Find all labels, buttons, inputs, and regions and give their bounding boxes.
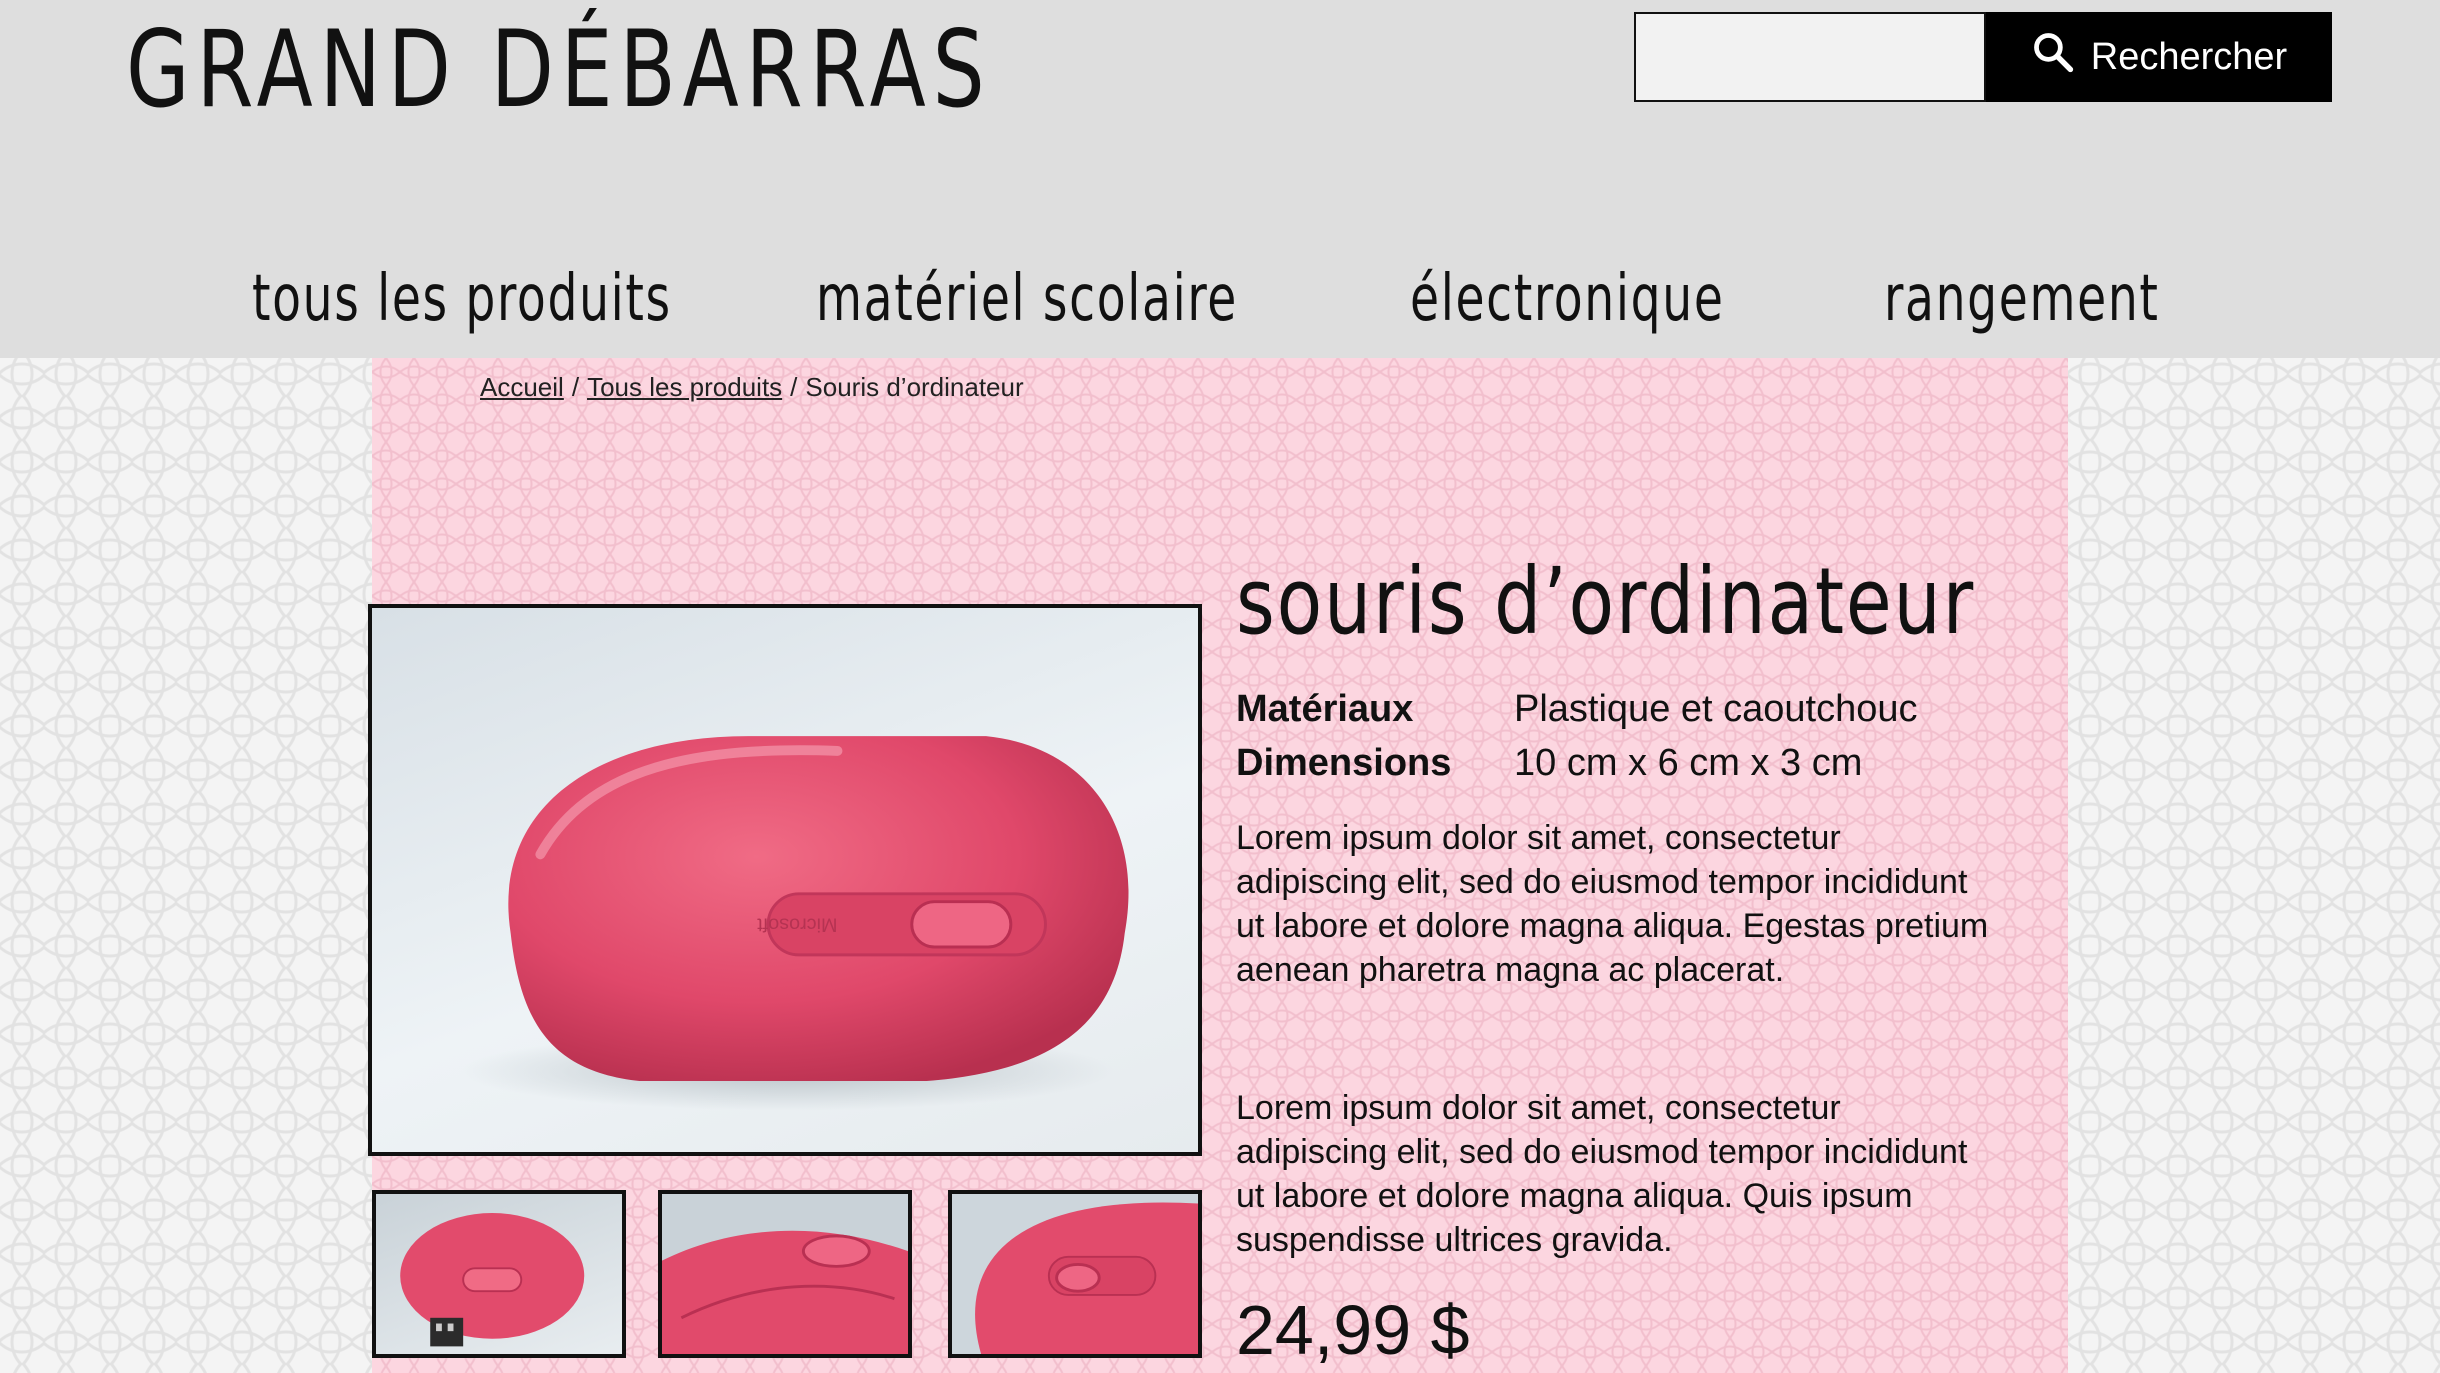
search-button-label: Rechercher	[2090, 35, 2288, 78]
spec-value: Plastique et caoutchouc	[1514, 688, 1918, 730]
nav-item-all-products[interactable]: tous les produits	[252, 262, 672, 336]
thumbnail-3[interactable]	[948, 1190, 1202, 1358]
nav-item-storage[interactable]: rangement	[1884, 262, 2160, 336]
nav-item-electronics[interactable]: électronique	[1410, 262, 1725, 336]
main-nav: tous les produits matériel scolaire élec…	[0, 262, 2440, 352]
search-input[interactable]	[1634, 12, 1986, 102]
spec-label: Matériaux	[1236, 688, 1414, 730]
product-description-2: Lorem ipsum dolor sit amet, consectetur …	[1236, 1089, 1968, 1259]
breadcrumb: Accueil / Tous les produits / Souris d’ordin…	[480, 372, 1024, 403]
thumbnail-2[interactable]	[658, 1190, 912, 1358]
nav-item-school-supplies[interactable]: matériel scolaire	[816, 262, 1238, 336]
product-description-1: Lorem ipsum dolor sit amet, consectetur …	[1236, 819, 1989, 989]
product-main-image: Microsoft	[368, 604, 1202, 1156]
spec-value: 10 cm x 6 cm x 3 cm	[1514, 742, 1863, 784]
search-button[interactable]: Rechercher	[1986, 12, 2332, 102]
product-logo-text: Microsoft	[757, 913, 838, 935]
product-price: 24,99 $	[1236, 1291, 1470, 1369]
spec-row-materials: Matériaux Plastique et caoutchouc	[1236, 682, 1918, 736]
breadcrumb-home-link[interactable]: Accueil	[480, 372, 564, 402]
breadcrumb-separator: /	[790, 372, 798, 402]
breadcrumb-separator: /	[571, 372, 580, 402]
breadcrumb-current: Souris d’ordinateur	[805, 372, 1024, 402]
product-title: souris d’ordinateur	[1236, 548, 1975, 655]
site-header: GRAND DÉBARRAS Rechercher tous les produ…	[0, 0, 2440, 358]
product-specs: Matériaux Plastique et caoutchouc Dimens…	[1236, 682, 1918, 790]
site-title[interactable]: GRAND DÉBARRAS	[126, 8, 992, 131]
breadcrumb-category-link[interactable]: Tous les produits	[587, 372, 782, 402]
thumbnail-1[interactable]	[372, 1190, 626, 1358]
spec-label: Dimensions	[1236, 742, 1452, 784]
search-icon	[2031, 30, 2075, 84]
spec-row-dimensions: Dimensions 10 cm x 6 cm x 3 cm	[1236, 736, 1918, 790]
